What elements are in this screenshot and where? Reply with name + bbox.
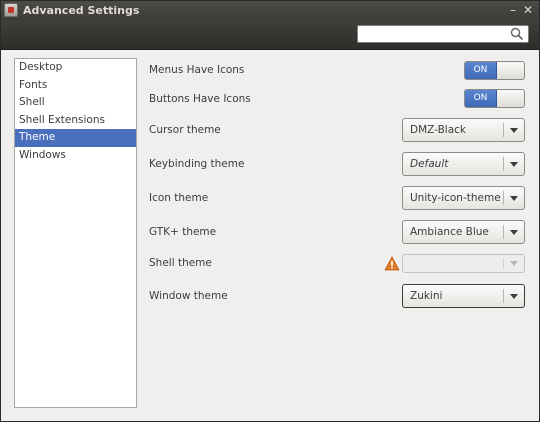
switch-state: ON xyxy=(465,62,497,79)
cursor-theme-select[interactable]: DMZ-Black xyxy=(402,118,525,142)
shell-theme-select xyxy=(402,254,525,273)
sidebar-item-theme[interactable]: Theme xyxy=(15,129,136,147)
selected-value: Ambiance Blue xyxy=(410,226,489,238)
separator xyxy=(503,289,504,303)
menus-have-icons-switch[interactable]: ON xyxy=(464,61,525,80)
icon-theme-select[interactable]: Unity-icon-theme xyxy=(402,186,525,210)
switch-state: ON xyxy=(465,90,497,107)
search-icon xyxy=(510,27,524,41)
app-icon xyxy=(4,3,18,17)
sidebar-item-shell[interactable]: Shell xyxy=(15,94,136,112)
separator xyxy=(503,191,504,205)
category-list: Desktop Fonts Shell Shell Extensions The… xyxy=(14,58,137,408)
app-window: Advanced Settings – ✕ Desktop Fonts Shel… xyxy=(0,0,540,422)
sidebar-item-fonts[interactable]: Fonts xyxy=(15,77,136,95)
sidebar-item-shell-extensions[interactable]: Shell Extensions xyxy=(15,112,136,130)
icon-theme-label: Icon theme xyxy=(149,192,209,204)
buttons-have-icons-switch[interactable]: ON xyxy=(464,89,525,108)
chevron-down-icon xyxy=(510,162,518,167)
selected-value: Default xyxy=(410,158,449,170)
separator xyxy=(503,157,504,171)
toolbar xyxy=(1,20,539,50)
selected-value: DMZ-Black xyxy=(410,124,466,136)
search-input[interactable] xyxy=(357,25,529,43)
sidebar-item-windows[interactable]: Windows xyxy=(15,147,136,165)
chevron-down-icon xyxy=(510,261,518,266)
cursor-theme-label: Cursor theme xyxy=(149,124,221,136)
selected-value: Zukini xyxy=(410,290,443,302)
chevron-down-icon xyxy=(510,196,518,201)
keybinding-theme-select[interactable]: Default xyxy=(402,152,525,176)
window-theme-label: Window theme xyxy=(149,290,228,302)
close-button[interactable]: ✕ xyxy=(521,3,535,17)
minimize-button[interactable]: – xyxy=(506,3,520,17)
sidebar-item-desktop[interactable]: Desktop xyxy=(15,59,136,77)
buttons-have-icons-label: Buttons Have Icons xyxy=(149,93,251,105)
gtk-theme-label: GTK+ theme xyxy=(149,226,217,238)
title-bar[interactable]: Advanced Settings – ✕ xyxy=(1,1,539,20)
chevron-down-icon xyxy=(510,294,518,299)
selected-value: Unity-icon-theme xyxy=(410,192,501,204)
separator xyxy=(503,225,504,239)
warning-icon xyxy=(384,256,400,271)
keybinding-theme-label: Keybinding theme xyxy=(149,158,245,170)
chevron-down-icon xyxy=(510,128,518,133)
chevron-down-icon xyxy=(510,230,518,235)
window-title: Advanced Settings xyxy=(23,4,140,17)
shell-theme-label: Shell theme xyxy=(149,257,212,269)
window-theme-select[interactable]: Zukini xyxy=(402,284,525,308)
separator xyxy=(503,258,504,269)
separator xyxy=(503,123,504,137)
gtk-theme-select[interactable]: Ambiance Blue xyxy=(402,220,525,244)
menus-have-icons-label: Menus Have Icons xyxy=(149,64,245,76)
